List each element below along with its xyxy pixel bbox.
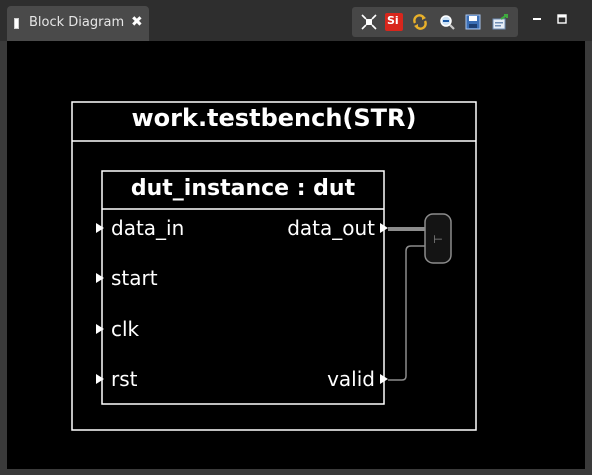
- port-label-start: start: [111, 266, 158, 290]
- minimize-icon[interactable]: [530, 12, 544, 26]
- fit-view-icon[interactable]: [360, 13, 378, 31]
- diagram-file-icon: [14, 18, 19, 29]
- refresh-icon[interactable]: [411, 13, 429, 31]
- port-label-rst: rst: [111, 367, 138, 391]
- tab-block-diagram[interactable]: Block Diagram ✖: [7, 6, 149, 41]
- tab-title: Block Diagram: [29, 15, 125, 30]
- export-icon[interactable]: [491, 13, 509, 31]
- diagram-toolbar: Si: [352, 7, 518, 37]
- port-arrow-rst[interactable]: [96, 374, 104, 384]
- port-arrow-data-in[interactable]: [96, 223, 104, 233]
- dut-instance-title: dut_instance : dut: [130, 176, 356, 201]
- signal-tap-icon: ⊢: [433, 233, 443, 246]
- si-toggle-icon[interactable]: Si: [385, 13, 403, 31]
- zoom-icon[interactable]: [438, 13, 456, 31]
- testbench-title: work.testbench(STR): [131, 104, 417, 132]
- port-label-data-in: data_in: [111, 216, 185, 240]
- block-diagram-window: Block Diagram ✖ Si ⊢ work.testbench(STR)…: [0, 0, 592, 475]
- port-arrow-clk[interactable]: [96, 324, 104, 334]
- diagram-canvas[interactable]: ⊢ work.testbench(STR) dut_instance : dut…: [7, 41, 585, 469]
- tab-bar: Block Diagram ✖ Si: [0, 0, 592, 41]
- valid-wire[interactable]: [388, 245, 425, 381]
- port-label-valid: valid: [327, 367, 375, 391]
- port-label-clk: clk: [111, 317, 140, 341]
- port-arrow-start[interactable]: [96, 273, 104, 283]
- port-label-data-out: data_out: [287, 216, 375, 240]
- tab-close-icon[interactable]: ✖: [131, 14, 143, 30]
- maximize-icon[interactable]: [555, 12, 569, 26]
- save-icon[interactable]: [464, 13, 482, 31]
